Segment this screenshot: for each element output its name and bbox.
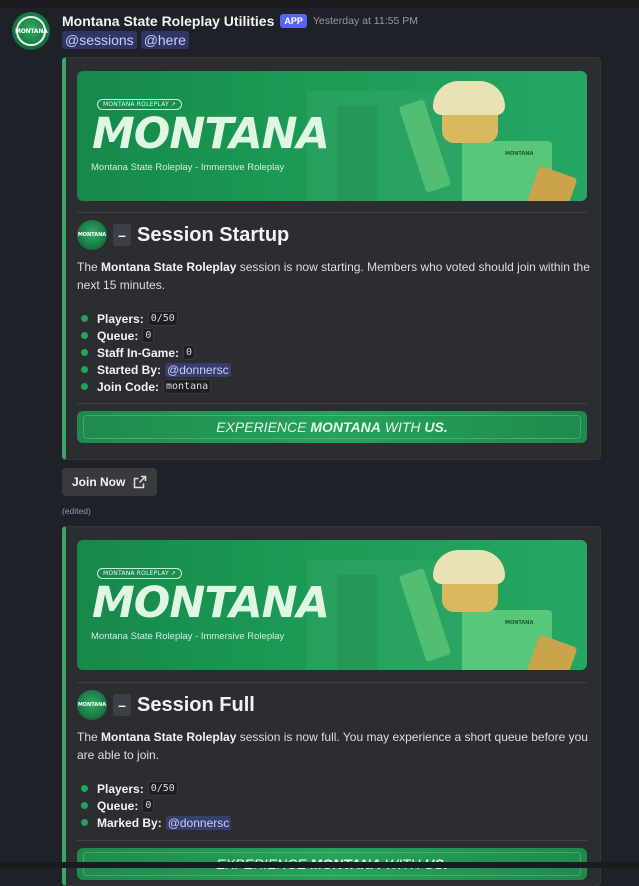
embed-title: Session Full xyxy=(137,693,255,716)
bullet-icon xyxy=(81,332,88,339)
banner-subtitle: Montana State Roleplay - Immersive Rolep… xyxy=(91,162,285,173)
bullet-icon xyxy=(81,785,88,792)
bullet-icon xyxy=(81,366,88,373)
username[interactable]: Montana State Roleplay Utilities xyxy=(62,13,274,29)
dash-badge: – xyxy=(113,694,131,716)
divider xyxy=(77,403,587,404)
divider xyxy=(77,840,587,841)
user-mention[interactable]: @donnersc xyxy=(165,362,231,377)
bullet-icon xyxy=(81,315,88,322)
banner-title: MONTANA xyxy=(92,578,330,628)
bullet-icon xyxy=(81,802,88,809)
item-value: 0 xyxy=(142,798,155,813)
stats-list: Players: 0/50 Queue: 0 Staff In-Game: 0 … xyxy=(77,310,231,395)
mentions-row: @sessions @here xyxy=(62,31,189,49)
divider xyxy=(77,682,587,683)
logo-icon: MONTANA xyxy=(77,220,107,250)
item-label: Players: xyxy=(97,781,144,796)
mention-sessions[interactable]: @sessions xyxy=(62,31,137,49)
top-bar xyxy=(0,0,639,8)
desc-prefix: The xyxy=(77,730,102,744)
stats-list: Players: 0/50 Queue: 0 Marked By: @donne… xyxy=(77,780,232,831)
desc-bold: Montana State Roleplay xyxy=(101,260,237,274)
item-value: 0 xyxy=(183,345,196,360)
list-item-marked-by: Marked By: @donnersc xyxy=(77,814,232,831)
mention-here[interactable]: @here xyxy=(140,31,189,49)
bot-avatar[interactable]: MONTANA xyxy=(12,12,50,50)
desc-bold: Montana State Roleplay xyxy=(101,730,237,744)
join-now-button[interactable]: Join Now xyxy=(62,468,158,496)
message-header: Montana State Roleplay Utilities APP Yes… xyxy=(62,12,418,30)
banner-bg-pillar xyxy=(337,106,377,201)
list-item-queue: Queue: 0 xyxy=(77,797,231,814)
item-label: Started By: xyxy=(97,362,162,377)
item-label: Queue: xyxy=(97,328,139,343)
item-label: Staff In-Game: xyxy=(97,345,180,360)
bottom-bar xyxy=(0,862,639,868)
embed-description: The Montana State Roleplay session is no… xyxy=(77,258,592,294)
embed-title: Session Startup xyxy=(137,223,290,246)
embed-description: The Montana State Roleplay session is no… xyxy=(77,728,592,764)
character-shirt-text: MONTANA xyxy=(505,151,534,157)
bullet-icon xyxy=(81,383,88,390)
logo-text: MONTANA xyxy=(77,232,107,238)
dash-badge: – xyxy=(113,224,131,246)
app-badge: APP xyxy=(280,14,307,28)
embed-title-row: MONTANA – Session Full xyxy=(77,690,255,720)
edited-label: (edited) xyxy=(62,506,91,516)
list-item-join-code: Join Code: montana xyxy=(77,378,231,395)
character-shirt-text: MONTANA xyxy=(505,620,534,626)
item-label: Join Code: xyxy=(97,379,159,394)
logo-text: MONTANA xyxy=(77,702,107,708)
bullet-icon xyxy=(81,819,88,826)
list-item-players: Players: 0/50 xyxy=(77,310,231,327)
footer-banner-frame xyxy=(83,415,581,439)
banner-image[interactable]: MONTANA ROLEPLAY ↗ MONTANA Montana State… xyxy=(77,540,587,670)
timestamp[interactable]: Yesterday at 11:55 PM xyxy=(313,15,418,27)
item-value: 0/50 xyxy=(147,781,178,796)
embed-session-startup: MONTANA ROLEPLAY ↗ MONTANA Montana State… xyxy=(62,57,601,460)
item-label: Players: xyxy=(97,311,144,326)
list-item-started-by: Started By: @donnersc xyxy=(77,361,231,378)
item-value: montana xyxy=(163,379,212,394)
embed-session-full: MONTANA ROLEPLAY ↗ MONTANA Montana State… xyxy=(62,526,601,886)
list-item-staff: Staff In-Game: 0 xyxy=(77,344,231,361)
banner-title: MONTANA xyxy=(92,109,330,159)
banner-image[interactable]: MONTANA ROLEPLAY ↗ MONTANA Montana State… xyxy=(77,71,587,201)
user-mention[interactable]: @donnersc xyxy=(165,815,232,830)
character-hair xyxy=(433,81,505,115)
list-item-players: Players: 0/50 xyxy=(77,780,231,797)
embed-title-row: MONTANA – Session Startup xyxy=(77,220,289,250)
avatar-text: MONTANA xyxy=(15,28,48,35)
desc-prefix: The xyxy=(77,260,102,274)
divider xyxy=(77,212,587,213)
item-label: Marked By: xyxy=(97,815,162,830)
item-label: Queue: xyxy=(97,798,139,813)
join-now-label: Join Now xyxy=(72,475,126,489)
bullet-icon xyxy=(81,349,88,356)
list-item-queue: Queue: 0 xyxy=(77,327,231,344)
character-hair xyxy=(433,550,505,584)
banner-bg-pillar xyxy=(337,575,377,670)
item-value: 0 xyxy=(142,328,155,343)
external-link-icon xyxy=(133,475,147,489)
banner-subtitle: Montana State Roleplay - Immersive Rolep… xyxy=(91,631,285,642)
logo-icon: MONTANA xyxy=(77,690,107,720)
footer-banner[interactable]: EXPERIENCE MONTANA WITH US. xyxy=(77,411,587,443)
item-value: 0/50 xyxy=(147,311,178,326)
